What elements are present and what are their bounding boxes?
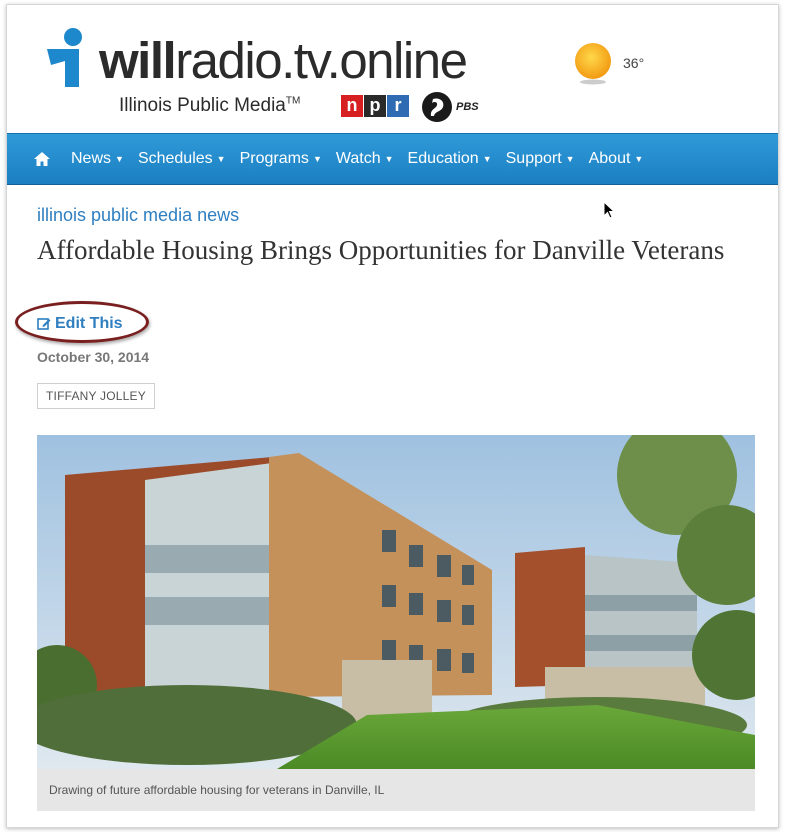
sun-icon bbox=[575, 43, 611, 85]
main-nav: News ▼ Schedules ▼ Programs ▼ Watch ▼ Educat… bbox=[7, 133, 778, 185]
nav-schedules[interactable]: Schedules ▼ bbox=[138, 150, 226, 168]
article-title: Affordable Housing Brings Opportunities … bbox=[37, 235, 725, 265]
npr-logo[interactable]: n p r bbox=[341, 95, 409, 117]
chevron-down-icon: ▼ bbox=[565, 154, 575, 164]
nav-education[interactable]: Education ▼ bbox=[408, 150, 492, 168]
image-caption: Drawing of future affordable housing for… bbox=[37, 769, 755, 811]
article-image bbox=[37, 435, 755, 769]
article-date: October 30, 2014 bbox=[37, 349, 150, 365]
author-tag[interactable]: TIFFANY JOLLEY bbox=[37, 383, 155, 409]
chevron-down-icon: ▼ bbox=[482, 154, 492, 164]
logo-i-icon[interactable] bbox=[43, 27, 91, 89]
section-kicker-link[interactable]: illinois public media news bbox=[37, 205, 239, 226]
nav-programs[interactable]: Programs ▼ bbox=[240, 150, 322, 168]
nav-about[interactable]: About ▼ bbox=[589, 150, 644, 168]
nav-news[interactable]: News ▼ bbox=[71, 150, 124, 168]
temperature: 36° bbox=[623, 55, 645, 71]
mouse-cursor-icon bbox=[603, 201, 615, 219]
home-icon[interactable] bbox=[33, 149, 55, 169]
edit-this-link[interactable]: Edit This bbox=[37, 315, 123, 333]
chevron-down-icon: ▼ bbox=[634, 154, 644, 164]
site-logo[interactable]: willradio.tv.online bbox=[99, 35, 468, 87]
chevron-down-icon: ▼ bbox=[216, 154, 226, 164]
chevron-down-icon: ▼ bbox=[115, 154, 124, 164]
weather-widget[interactable]: 36° bbox=[573, 41, 644, 85]
chevron-down-icon: ▼ bbox=[312, 154, 322, 164]
nav-support[interactable]: Support ▼ bbox=[506, 150, 575, 168]
pbs-logo[interactable]: PBS bbox=[421, 91, 479, 123]
logo-subtitle: Illinois Public MediaTM bbox=[119, 95, 301, 116]
edit-icon bbox=[37, 318, 51, 330]
browser-page: willradio.tv.online Illinois Public Medi… bbox=[6, 4, 779, 828]
site-header: willradio.tv.online Illinois Public Medi… bbox=[7, 5, 778, 133]
nav-watch[interactable]: Watch ▼ bbox=[336, 150, 394, 168]
chevron-down-icon: ▼ bbox=[384, 154, 394, 164]
pbs-head-icon bbox=[422, 92, 452, 122]
